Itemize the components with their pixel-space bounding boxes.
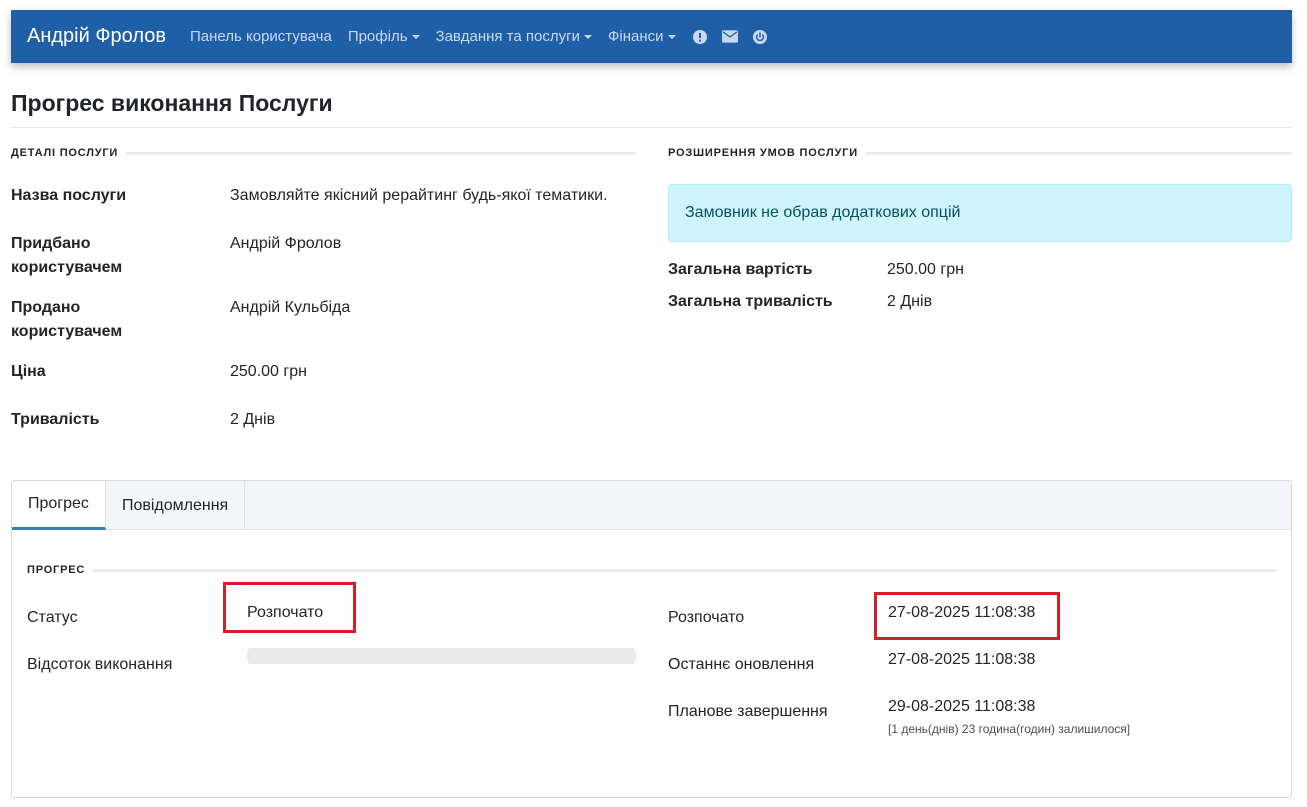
extensions-header-label: РОЗШИРЕННЯ УМОВ ПОСЛУГИ (668, 147, 858, 159)
last-update-label: Останнє оновлення (668, 656, 815, 673)
tab-messages[interactable]: Повідомлення (106, 481, 246, 530)
started-value: 27-08-2025 11:08:38 (888, 604, 1036, 621)
nav-dashboard[interactable]: Панель користувача (190, 28, 332, 45)
total-cost-label: Загальна вартість (668, 261, 813, 278)
alert-icon[interactable] (692, 29, 708, 45)
total-cost-value: 250.00 грн (887, 261, 964, 278)
purchased-by-value: Андрій Фролов (230, 235, 342, 252)
last-update-value: 27-08-2025 11:08:38 (888, 651, 1036, 668)
progress-header-label: ПРОГРЕС (27, 564, 86, 576)
details-header-label: ДЕТАЛІ ПОСЛУГИ (11, 147, 119, 159)
price-value: 250.00 грн (230, 363, 307, 380)
sold-by-value: Андрій Кульбіда (230, 299, 351, 316)
extensions-section-header: РОЗШИРЕННЯ УМОВ ПОСЛУГИ (668, 145, 1292, 161)
nav-finance-label: Фінанси (607, 28, 664, 45)
service-name-value: Замовляйте якісний рерайтинг будь-якої т… (230, 187, 608, 204)
chevron-down-icon (411, 34, 420, 39)
purchased-by-label: Придбано користувачем (11, 235, 123, 276)
nav-dashboard-label: Панель користувача (190, 28, 332, 45)
navbar-brand[interactable]: Андрій Фролов (27, 25, 166, 48)
nav-tasks-dropdown[interactable]: Завдання та послуги (436, 28, 592, 45)
started-label: Розпочато (668, 609, 745, 626)
total-duration-label: Загальна тривалість (668, 293, 833, 310)
nav-profile-label: Профіль (347, 28, 408, 45)
price-label: Ціна (11, 363, 46, 380)
nav-finance-dropdown[interactable]: Фінанси (608, 28, 676, 45)
progress-panel: Прогрес Повідомлення (11, 480, 1292, 798)
chevron-down-icon (667, 34, 676, 39)
planned-completion-value: 29-08-2025 11:08:38 (888, 698, 1036, 715)
nav-tasks-label: Завдання та послуги (435, 28, 580, 45)
top-navbar: Андрій Фролов Панель користувача Профіль… (11, 10, 1292, 63)
section-divider (126, 151, 636, 155)
mail-icon[interactable] (721, 29, 738, 45)
total-duration-value: 2 Днів (887, 293, 933, 310)
duration-value: 2 Днів (230, 411, 276, 428)
section-divider (93, 568, 1276, 572)
progress-section-header: ПРОГРЕС (27, 562, 1276, 578)
tab-progress[interactable]: Прогрес (12, 481, 106, 530)
service-name-label: Назва послуги (11, 187, 127, 204)
title-divider (11, 127, 1292, 128)
status-label: Статус (27, 609, 78, 626)
time-remaining-note: [1 день(днів) 23 година(годин) залишилос… (888, 722, 1131, 736)
no-options-alert-text: Замовник не обрав додаткових опцій (685, 204, 961, 221)
nav-profile-dropdown[interactable]: Профіль (348, 28, 420, 45)
planned-completion-label: Планове завершення (668, 703, 828, 720)
sold-by-label: Продано користувачем (11, 299, 123, 340)
status-value: Розпочато (247, 604, 324, 621)
power-icon[interactable] (752, 29, 768, 45)
details-section-header: ДЕТАЛІ ПОСЛУГИ (11, 145, 636, 161)
chevron-down-icon (583, 34, 592, 39)
no-options-alert: Замовник не обрав додаткових опцій (668, 184, 1292, 242)
page-title: Прогрес виконання Послуги (11, 90, 333, 116)
completion-progress-bar (247, 648, 636, 664)
tab-bar: Прогрес Повідомлення (12, 481, 1291, 530)
section-divider (865, 151, 1292, 155)
percent-label: Відсоток виконання (27, 656, 173, 673)
duration-label: Тривалість (11, 411, 100, 428)
